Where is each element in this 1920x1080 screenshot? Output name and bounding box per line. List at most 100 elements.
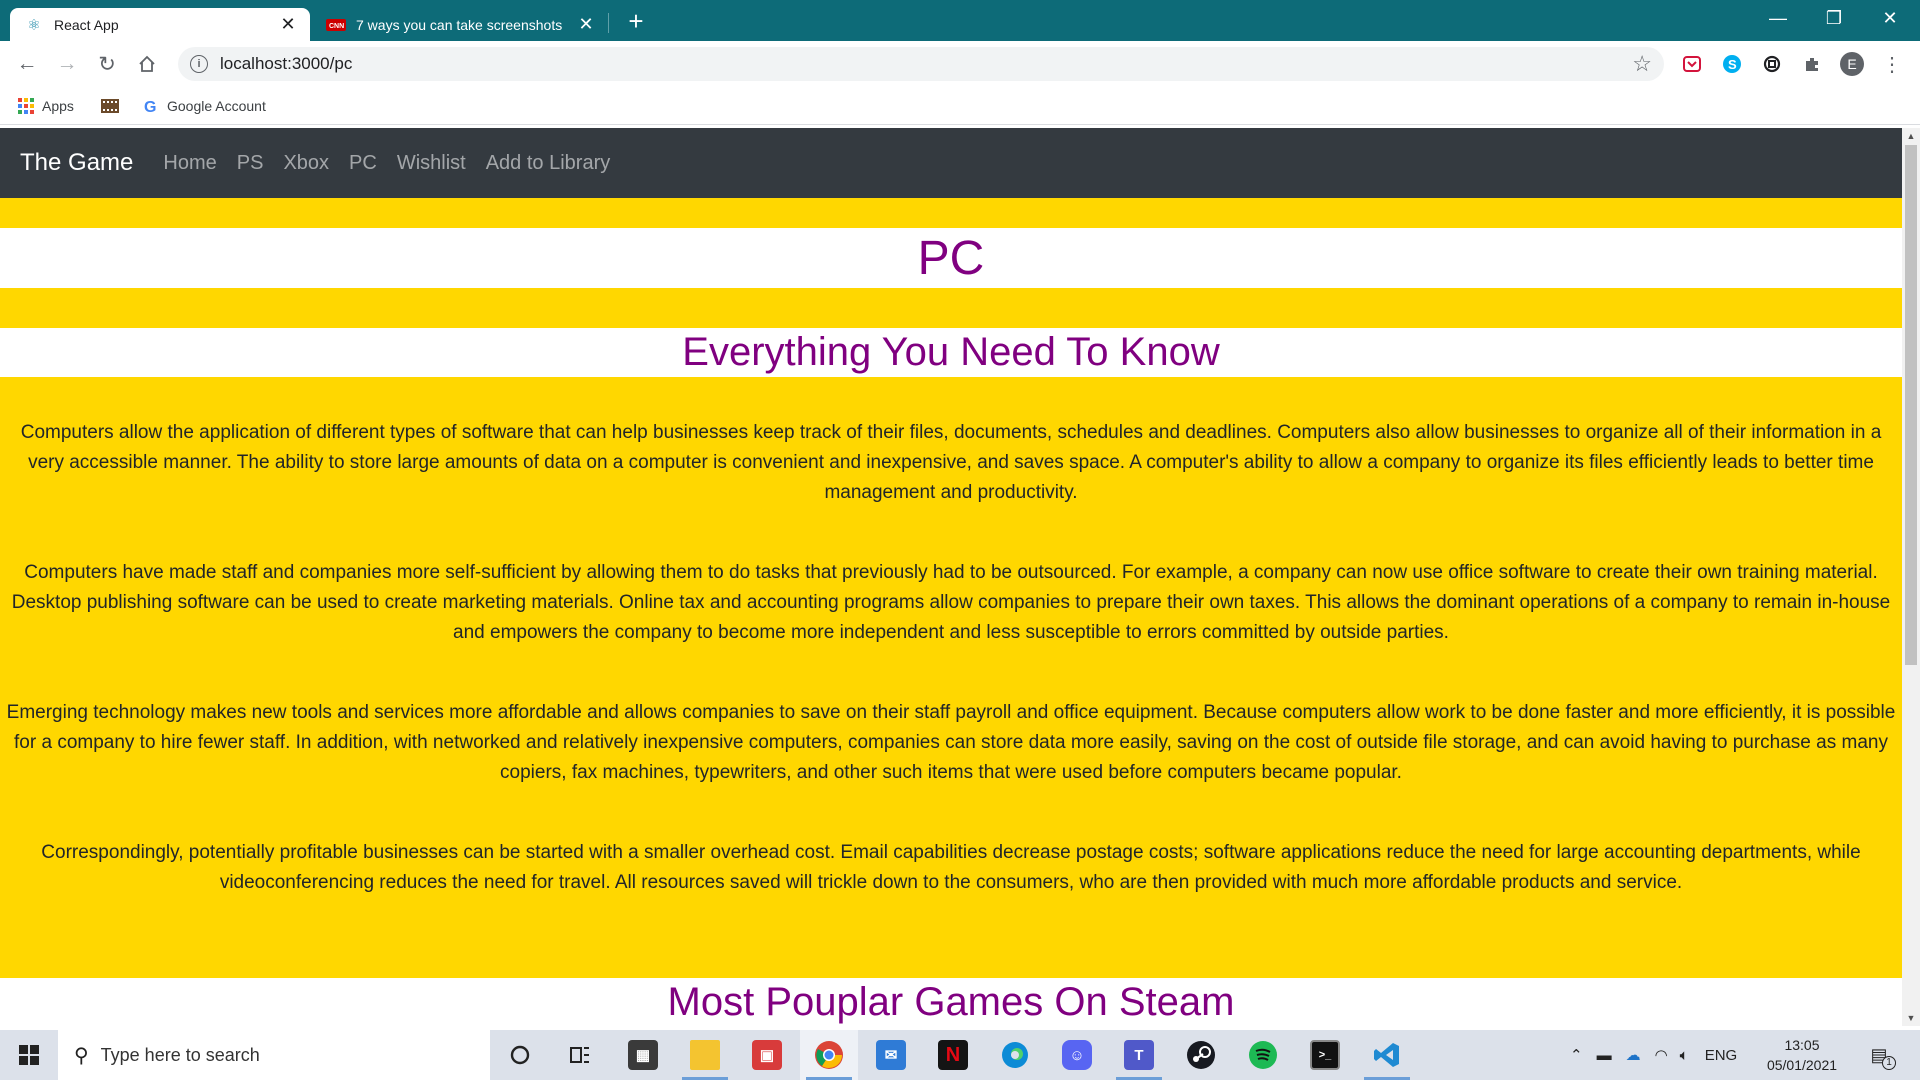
teams-icon: T: [1124, 1040, 1154, 1070]
taskbar-discord[interactable]: ☺: [1048, 1030, 1106, 1080]
new-tab-button[interactable]: +: [622, 8, 650, 36]
scroll-up-arrow-icon[interactable]: ▲: [1902, 128, 1920, 144]
nav-link-home[interactable]: Home: [163, 152, 216, 175]
subtitle-band: Everything You Need To Know: [0, 328, 1902, 377]
taskbar-file-explorer[interactable]: [676, 1030, 734, 1080]
url-text[interactable]: localhost:3000/pc: [220, 54, 1632, 74]
battery-icon[interactable]: ▬: [1597, 1047, 1612, 1064]
scroll-down-arrow-icon[interactable]: ▼: [1902, 1010, 1920, 1026]
page-title-band: PC: [0, 228, 1902, 288]
chrome-icon: [815, 1041, 843, 1069]
home-button[interactable]: [131, 48, 163, 80]
scrollbar-thumb[interactable]: [1905, 145, 1917, 665]
nav-link-add-to-library[interactable]: Add to Library: [486, 152, 611, 175]
taskbar-mail[interactable]: ✉: [862, 1030, 920, 1080]
film-icon: [100, 98, 120, 114]
skype-extension-icon[interactable]: S: [1720, 52, 1744, 76]
browser-tab-strip: ⚛ React App ✕ CNN 7 ways you can take sc…: [0, 0, 1920, 41]
taskbar-netflix[interactable]: N: [924, 1030, 982, 1080]
pocket-extension-icon[interactable]: [1680, 52, 1704, 76]
notification-center-button[interactable]: ▤ 1: [1864, 1040, 1896, 1070]
cortana-button[interactable]: [491, 1030, 549, 1080]
mail-icon: ✉: [876, 1040, 906, 1070]
taskbar-terminal[interactable]: >_: [1296, 1030, 1354, 1080]
task-view-button[interactable]: [551, 1030, 609, 1080]
svg-text:G: G: [144, 99, 156, 114]
bookmark-film[interactable]: [100, 96, 128, 116]
volume-icon[interactable]: 🔈︎: [1680, 1047, 1689, 1064]
close-window-button[interactable]: ✕: [1862, 0, 1918, 36]
close-tab-icon[interactable]: ✕: [278, 14, 298, 35]
sync-extension-icon[interactable]: [1760, 52, 1784, 76]
taskbar-store[interactable]: ▦: [614, 1030, 672, 1080]
tab-react-app[interactable]: ⚛ React App ✕: [10, 8, 310, 41]
bookmarks-bar: Apps G Google Account: [0, 87, 1920, 125]
arrow-right-icon: →: [56, 52, 78, 75]
windows-taskbar: ⚲ Type here to search ▦ ▣ ✉ N ☺ T >_ ⌃ ▬…: [0, 1030, 1920, 1080]
windows-logo-icon: [19, 1045, 39, 1065]
taskbar-gift-app[interactable]: ▣: [738, 1030, 796, 1080]
navbar-brand[interactable]: The Game: [20, 149, 133, 177]
language-indicator[interactable]: ENG: [1705, 1047, 1738, 1064]
notification-count: 1: [1882, 1056, 1896, 1070]
paragraph: Correspondingly, potentially profitable …: [41, 842, 1861, 893]
site-navbar: The Game Home PS Xbox PC Wishlist Add to…: [0, 128, 1902, 198]
page-scrollbar[interactable]: ▲ ▼: [1902, 128, 1920, 1026]
paragraph: Computers have made staff and companies …: [11, 562, 1891, 643]
cortana-icon: [510, 1045, 530, 1065]
edge-icon: [1002, 1042, 1028, 1068]
svg-text:CNN: CNN: [329, 23, 344, 30]
nav-link-ps[interactable]: PS: [237, 152, 264, 175]
nav-link-pc[interactable]: PC: [349, 152, 377, 175]
tab-screenshots-article[interactable]: CNN 7 ways you can take screenshots ✕: [312, 8, 608, 41]
start-button[interactable]: [0, 1030, 58, 1080]
taskbar-steam[interactable]: [1172, 1030, 1230, 1080]
taskbar-spotify[interactable]: [1234, 1030, 1292, 1080]
section-heading-steam: Most Pouplar Games On Steam: [667, 979, 1235, 1024]
steam-section-band: Most Pouplar Games On Steam: [0, 978, 1902, 1026]
omnibox[interactable]: i localhost:3000/pc ☆: [178, 47, 1664, 81]
taskbar-clock[interactable]: 13:05 05/01/2021: [1760, 1035, 1844, 1075]
tab-label: 7 ways you can take screenshots: [356, 16, 563, 33]
restore-button[interactable]: ❐: [1806, 0, 1862, 36]
minimize-button[interactable]: —: [1750, 0, 1806, 36]
wifi-icon[interactable]: ◠: [1655, 1046, 1668, 1064]
apps-grid-icon: [18, 98, 34, 114]
nav-link-xbox[interactable]: Xbox: [283, 152, 329, 175]
show-hidden-icons-icon[interactable]: ⌃: [1570, 1046, 1583, 1064]
taskbar-search[interactable]: ⚲ Type here to search: [58, 1030, 490, 1080]
back-button[interactable]: ←: [11, 48, 43, 80]
bookmark-google-account[interactable]: G Google Account: [143, 96, 266, 116]
spotify-icon: [1249, 1041, 1277, 1069]
taskbar-vscode[interactable]: [1358, 1030, 1416, 1080]
puzzle-extensions-icon[interactable]: [1800, 52, 1824, 76]
close-tab-icon[interactable]: ✕: [576, 14, 596, 35]
menu-kebab-icon[interactable]: ⋮: [1880, 52, 1904, 76]
task-view-icon: [570, 1047, 589, 1063]
onedrive-cloud-icon[interactable]: ☁: [1626, 1046, 1641, 1064]
forward-button[interactable]: →: [51, 48, 83, 80]
google-icon: G: [143, 98, 159, 114]
svg-text:S: S: [1728, 57, 1737, 72]
tab-divider: [608, 13, 609, 33]
paragraph: Computers allow the application of diffe…: [20, 422, 1882, 503]
bookmark-apps[interactable]: Apps: [18, 96, 74, 116]
taskbar-edge[interactable]: [986, 1030, 1044, 1080]
site-info-icon[interactable]: i: [190, 55, 208, 73]
reload-button[interactable]: ↻: [91, 48, 123, 80]
discord-icon: ☺: [1062, 1040, 1092, 1070]
react-icon: ⚛: [27, 16, 41, 34]
profile-avatar[interactable]: E: [1840, 52, 1864, 76]
paragraph: Emerging technology makes new tools and …: [6, 702, 1896, 783]
section-heading: Everything You Need To Know: [682, 330, 1220, 374]
cnn-icon: CNN: [326, 15, 346, 35]
taskbar-teams[interactable]: T: [1110, 1030, 1168, 1080]
gift-icon: ▣: [752, 1040, 782, 1070]
page-title: PC: [917, 231, 985, 285]
nav-link-wishlist[interactable]: Wishlist: [397, 152, 466, 175]
bookmark-label: Apps: [42, 98, 74, 114]
tab-label: React App: [54, 16, 119, 33]
article-body: Computers allow the application of diffe…: [0, 418, 1902, 948]
taskbar-chrome[interactable]: [800, 1030, 858, 1080]
bookmark-star-icon[interactable]: ☆: [1632, 51, 1652, 77]
